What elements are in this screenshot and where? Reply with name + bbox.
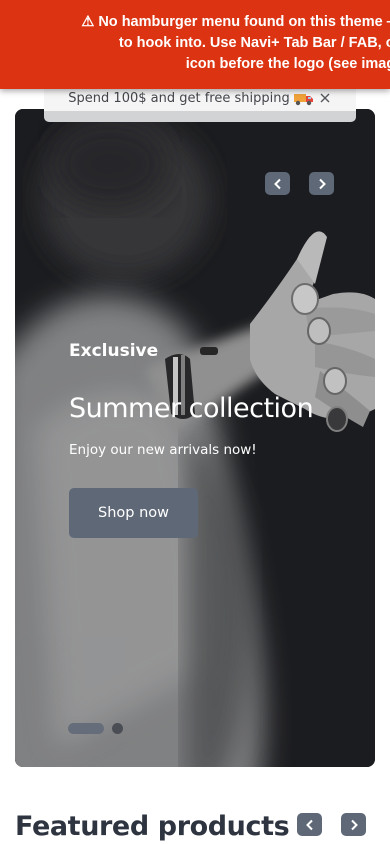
hero-next-button[interactable] bbox=[309, 172, 334, 195]
featured-products-title: Featured products bbox=[15, 811, 290, 842]
hero-kicker: Exclusive bbox=[69, 341, 159, 361]
hero-subheading: Enjoy our new arrivals now! bbox=[69, 442, 257, 458]
hero-heading: Summer collection bbox=[69, 393, 314, 424]
chevron-right-icon bbox=[318, 178, 326, 189]
announcement-text: Spend 100$ and get free shipping bbox=[68, 91, 290, 106]
shop-now-button[interactable]: Shop now bbox=[69, 488, 198, 538]
chevron-left-icon bbox=[273, 178, 281, 189]
hero-background-image bbox=[15, 109, 375, 767]
slide-dot-2[interactable] bbox=[112, 723, 123, 734]
warning-line-2: to hook into. Use Navi+ Tab Bar / FAB, o… bbox=[118, 35, 390, 51]
chevron-right-icon bbox=[350, 819, 358, 830]
delivery-truck-icon bbox=[293, 92, 314, 106]
hero-slideshow: Exclusive Summer collection Enjoy our ne… bbox=[15, 109, 375, 767]
announcement-content: Spend 100$ and get free shipping bbox=[44, 86, 356, 111]
hero-prev-button[interactable] bbox=[265, 172, 290, 195]
hamburger-warning-banner: ⚠ No hamburger menu found on this theme … bbox=[0, 0, 390, 89]
close-icon[interactable] bbox=[318, 91, 332, 105]
featured-next-button[interactable] bbox=[341, 813, 366, 836]
announcement-bar: Spend 100$ and get free shipping bbox=[44, 86, 356, 122]
warning-line-1: ⚠ No hamburger menu found on this theme … bbox=[81, 14, 390, 30]
slide-dot-1[interactable] bbox=[68, 723, 104, 734]
chevron-left-icon bbox=[305, 819, 313, 830]
page: ⚠ No hamburger menu found on this theme … bbox=[0, 0, 390, 844]
slide-pagination bbox=[68, 723, 123, 734]
featured-prev-button[interactable] bbox=[297, 813, 322, 836]
warning-line-3: icon before the logo (see image #8). bbox=[185, 56, 390, 72]
